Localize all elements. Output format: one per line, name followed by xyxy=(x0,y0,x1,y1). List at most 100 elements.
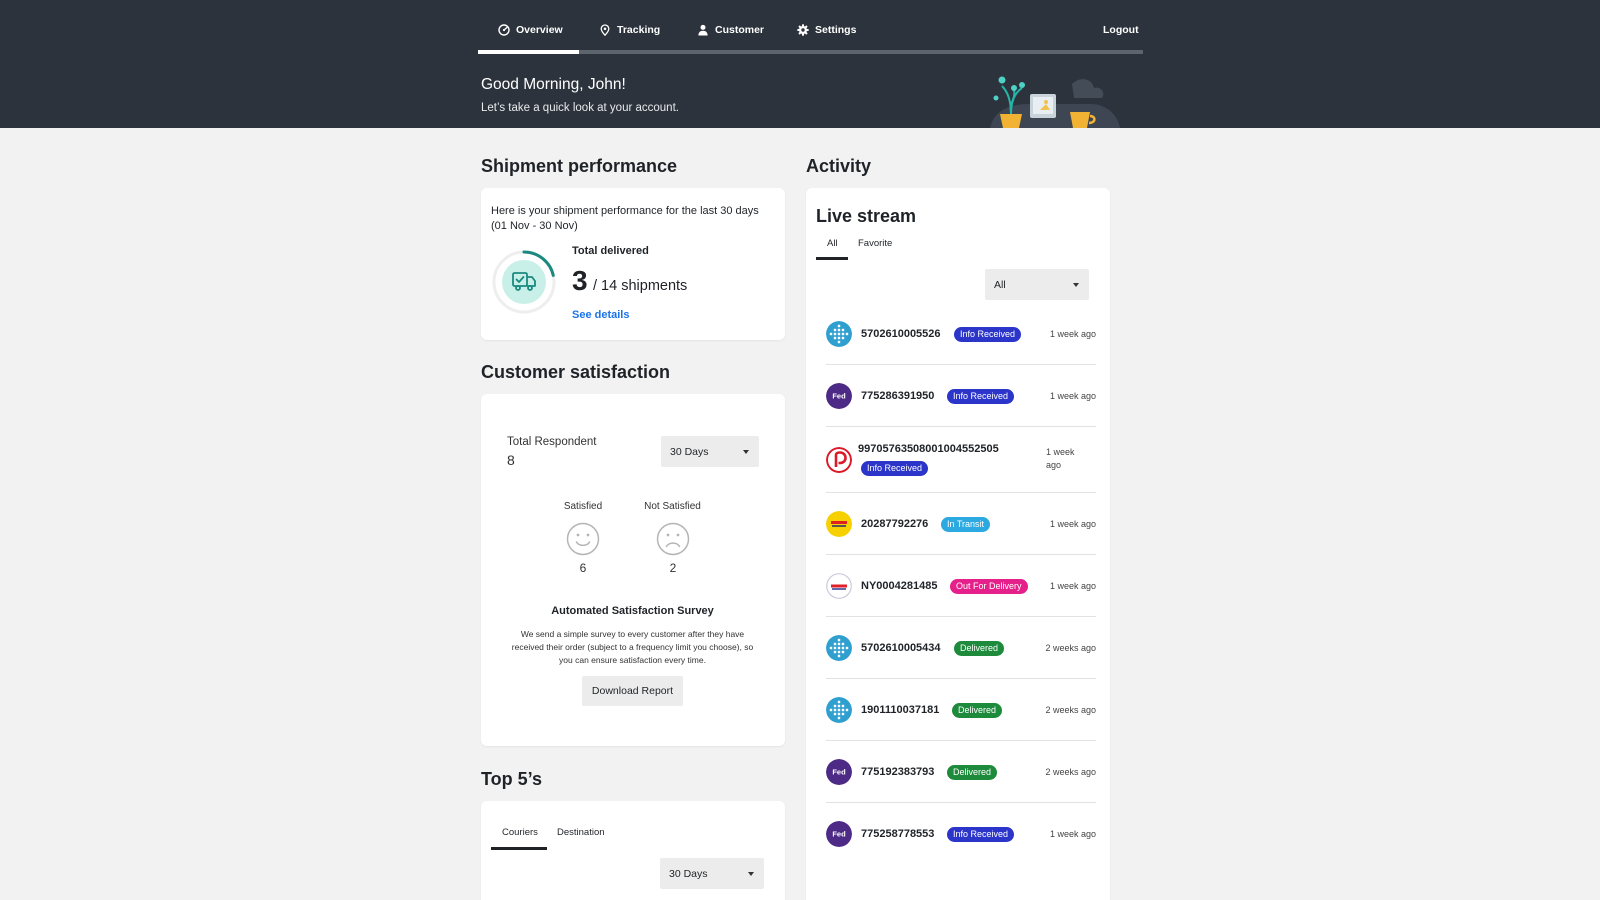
tab-couriers[interactable]: Couriers xyxy=(502,827,538,838)
timestamp: 1 week ago xyxy=(1049,391,1096,401)
total-delivered-label: Total delivered xyxy=(572,245,649,257)
shipment-performance-card: Here is your shipment performance for th… xyxy=(481,188,785,340)
chevron-down-icon xyxy=(743,449,749,454)
grid-courier-logo xyxy=(826,697,852,723)
survey-title: Automated Satisfaction Survey xyxy=(551,605,714,617)
total-respondent-value: 8 xyxy=(507,452,515,468)
chevron-down-icon xyxy=(748,871,754,876)
status-badge: Info Received xyxy=(954,327,1022,342)
stream-row[interactable]: Fed 775286391950 Info Received 1 week ago xyxy=(826,365,1096,427)
fedex-logo: Fed xyxy=(826,821,852,847)
nav-settings-label: Settings xyxy=(815,24,857,36)
satisfaction-period-select[interactable]: 30 Days xyxy=(661,436,759,467)
greeting-title: Good Morning, John! xyxy=(481,76,626,93)
status-badge: Info Received xyxy=(861,461,929,476)
timestamp: 2 weeks ago xyxy=(1045,643,1096,653)
sad-face-icon xyxy=(656,522,690,556)
survey-description: We send a simple survey to every custome… xyxy=(511,629,754,665)
nav-tracking-label: Tracking xyxy=(617,24,661,36)
stream-row[interactable]: 5702610005434 Delivered 2 weeks ago xyxy=(826,617,1096,679)
tab-favorite[interactable]: Favorite xyxy=(858,238,892,249)
activity-filter-select[interactable]: All xyxy=(985,269,1089,300)
top5-active-tab-indicator xyxy=(491,847,547,850)
tracking-number[interactable]: 5702610005526 xyxy=(861,328,941,340)
activity-title: Activity xyxy=(806,156,872,176)
timestamp: 1 week ago xyxy=(1046,447,1075,470)
tracking-number[interactable]: 775286391950 xyxy=(861,390,934,402)
status-badge: Info Received xyxy=(947,389,1015,404)
grid-courier-logo xyxy=(826,321,852,347)
delivered-count: 3 xyxy=(572,265,588,296)
top5-period-select[interactable]: 30 Days xyxy=(660,858,764,889)
total-respondent-label: Total Respondent xyxy=(507,436,597,448)
status-badge: Delivered xyxy=(952,703,1003,718)
main-nav: Overview Tracking Customer Settings Logo… xyxy=(478,0,1143,54)
logout-link[interactable]: Logout xyxy=(1103,20,1139,40)
top-header: Overview Tracking Customer Settings Logo… xyxy=(0,0,1600,128)
download-report-button[interactable]: Download Report xyxy=(582,676,683,706)
timestamp: 1 week ago xyxy=(1049,829,1096,839)
tab-destination[interactable]: Destination xyxy=(557,827,605,838)
shipment-performance-title: Shipment performance xyxy=(481,156,678,176)
chevron-down-icon xyxy=(1073,282,1079,287)
svg-text:Fed: Fed xyxy=(832,830,846,839)
user-icon xyxy=(698,24,708,36)
timestamp: 1 week ago xyxy=(1049,329,1096,339)
grid-courier-logo xyxy=(826,635,852,661)
customer-satisfaction-title: Customer satisfaction xyxy=(481,362,671,382)
status-badge: In Transit xyxy=(941,517,991,532)
stream-row[interactable]: 1901110037181 Delivered 2 weeks ago xyxy=(826,679,1096,741)
nav-overview-label: Overview xyxy=(516,24,563,36)
tracking-number[interactable]: NY0004281485 xyxy=(861,580,937,592)
desk-illustration xyxy=(990,76,1120,128)
location-pin-icon xyxy=(600,24,610,36)
tracking-number[interactable]: 5702610005434 xyxy=(861,642,941,654)
satisfied-label: Satisfied xyxy=(563,501,603,512)
stream-row[interactable]: Fed 775192383793 Delivered 2 weeks ago xyxy=(826,741,1096,803)
nav-active-indicator xyxy=(478,50,579,54)
nav-customer[interactable]: Customer xyxy=(697,20,764,40)
top5-period-value: 30 Days xyxy=(669,867,708,880)
customer-satisfaction-card: Total Respondent 8 30 Days Satisfied 6 N… xyxy=(481,394,785,746)
nav-settings[interactable]: Settings xyxy=(797,20,856,40)
tracking-number[interactable]: 1901110037181 xyxy=(861,704,939,716)
live-stream-title: Live stream xyxy=(816,206,917,226)
activity-filter-value: All xyxy=(994,278,1006,291)
smiley-face-icon xyxy=(566,522,600,556)
greeting-subtitle: Let’s take a quick look at your account. xyxy=(481,102,679,114)
stream-row[interactable]: 5702610005526 Info Received 1 week ago xyxy=(826,303,1096,365)
status-badge: Delivered xyxy=(947,765,998,780)
nav-overview[interactable]: Overview xyxy=(498,20,563,40)
activity-active-tab-indicator xyxy=(816,257,848,260)
stream-row[interactable]: NY0004281485 Out For Delivery 1 week ago xyxy=(826,555,1096,617)
logout-label: Logout xyxy=(1103,24,1139,36)
fedex-logo: Fed xyxy=(826,383,852,409)
see-details-link[interactable]: See details xyxy=(572,309,629,321)
stream-row[interactable]: 99705763508001004552505 Info Received 1 we… xyxy=(826,427,1096,493)
status-badge: Info Received xyxy=(947,827,1015,842)
tracking-number[interactable]: 99705763508001004552505 xyxy=(858,443,999,455)
tracking-number[interactable]: 775192383793 xyxy=(861,766,934,778)
timestamp: 2 weeks ago xyxy=(1045,705,1096,715)
nav-tracking[interactable]: Tracking xyxy=(599,20,660,40)
not-satisfied-count: 2 xyxy=(669,561,677,575)
gear-icon xyxy=(797,24,809,36)
svg-text:Fed: Fed xyxy=(832,768,846,777)
timestamp: 1 week ago xyxy=(1049,581,1096,591)
satisfied-count: 6 xyxy=(579,561,587,575)
tracking-number[interactable]: 20287792276 xyxy=(861,518,928,530)
timestamp: 2 weeks ago xyxy=(1045,767,1096,777)
activity-card: Live stream All Favorite All 57026100055… xyxy=(806,188,1110,900)
stream-row[interactable]: Fed 775258778553 Info Received 1 week ago xyxy=(826,803,1096,865)
fastway-logo xyxy=(826,573,852,599)
fedex-logo: Fed xyxy=(826,759,852,785)
performance-description: Here is your shipment performance for th… xyxy=(491,205,759,232)
tab-all[interactable]: All xyxy=(827,238,838,249)
status-badge: Out For Delivery xyxy=(950,579,1028,594)
satisfaction-period-value: 30 Days xyxy=(670,445,709,458)
tracking-number[interactable]: 775258778553 xyxy=(861,828,934,840)
yellow-courier-logo xyxy=(826,511,852,537)
top5-card: Couriers Destination 30 Days xyxy=(481,801,785,900)
not-satisfied-label: Not Satisfied xyxy=(644,501,701,512)
stream-row[interactable]: 20287792276 In Transit 1 week ago xyxy=(826,493,1096,555)
